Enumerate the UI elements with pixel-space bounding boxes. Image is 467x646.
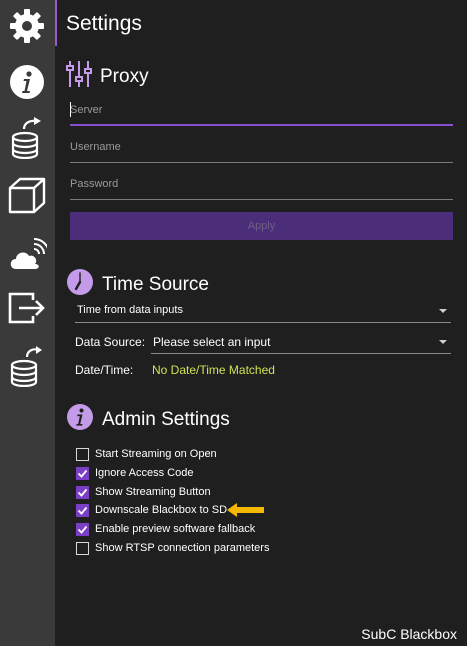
info-icon: [66, 403, 94, 436]
checkbox[interactable]: [76, 503, 89, 517]
data-source-label: Data Source:: [75, 335, 146, 349]
time-source-title: Time Source: [102, 273, 209, 295]
sidebar: [0, 0, 55, 646]
gear-icon[interactable]: [6, 5, 48, 47]
info-icon[interactable]: [6, 61, 48, 103]
check-icon: [77, 469, 88, 478]
password-placeholder: Password: [70, 178, 119, 190]
page-title: Settings: [66, 12, 142, 35]
option-label: Ignore Access Code: [95, 467, 194, 479]
app-name: SubC Blackbox: [361, 626, 457, 642]
check-icon: [77, 525, 88, 534]
option-start-streaming[interactable]: Start Streaming on Open: [76, 446, 217, 462]
admin-section-header: Admin Settings: [66, 403, 230, 436]
apply-button[interactable]: Apply: [70, 212, 453, 240]
proxy-title: Proxy: [100, 65, 149, 87]
option-label: Downscale Blackbox to SD: [95, 504, 228, 516]
checkbox[interactable]: [76, 522, 89, 536]
data-source-select[interactable]: Please select an input: [151, 332, 451, 354]
export-icon[interactable]: [6, 287, 48, 329]
checkbox[interactable]: [76, 541, 89, 555]
cube-icon[interactable]: [6, 175, 48, 217]
clock-icon: [66, 268, 94, 301]
option-label: Start Streaming on Open: [95, 448, 217, 460]
option-show-streaming-button[interactable]: Show Streaming Button: [76, 484, 211, 500]
checkbox[interactable]: [76, 447, 89, 461]
time-mode-value: Time from data inputs: [77, 304, 183, 316]
username-placeholder: Username: [70, 141, 121, 153]
option-preview-fallback[interactable]: Enable preview software fallback: [76, 521, 255, 537]
proxy-section-header: Proxy: [66, 60, 149, 93]
checkbox[interactable]: [76, 485, 89, 499]
option-label: Show RTSP connection parameters: [95, 542, 270, 554]
admin-title: Admin Settings: [102, 408, 230, 430]
option-downscale-blackbox[interactable]: Downscale Blackbox to SD: [76, 502, 227, 518]
database-sync-icon[interactable]: [6, 345, 48, 387]
checkbox[interactable]: [76, 466, 89, 480]
server-placeholder: Server: [70, 104, 103, 116]
cloud-signal-icon[interactable]: [6, 233, 48, 275]
username-field[interactable]: Username: [70, 137, 453, 163]
check-icon: [77, 506, 88, 515]
arrow-left-icon: [227, 503, 265, 522]
datetime-label: Date/Time:: [75, 363, 134, 377]
check-icon: [77, 488, 88, 497]
option-show-rtsp[interactable]: Show RTSP connection parameters: [76, 540, 269, 556]
chevron-down-icon: [439, 309, 447, 313]
database-upload-icon[interactable]: [6, 117, 48, 159]
time-source-section-header: Time Source: [66, 268, 209, 301]
header-divider: [55, 0, 57, 46]
password-field[interactable]: Password: [70, 174, 453, 200]
option-label: Enable preview software fallback: [95, 523, 256, 535]
option-label: Show Streaming Button: [95, 486, 211, 498]
data-source-value: Please select an input: [153, 335, 271, 349]
datetime-value: No Date/Time Matched: [152, 363, 275, 377]
chevron-down-icon: [439, 340, 447, 344]
sliders-icon: [66, 60, 92, 93]
server-field[interactable]: Server: [70, 100, 453, 126]
time-mode-select[interactable]: Time from data inputs: [75, 301, 451, 323]
option-ignore-access-code[interactable]: Ignore Access Code: [76, 465, 193, 481]
